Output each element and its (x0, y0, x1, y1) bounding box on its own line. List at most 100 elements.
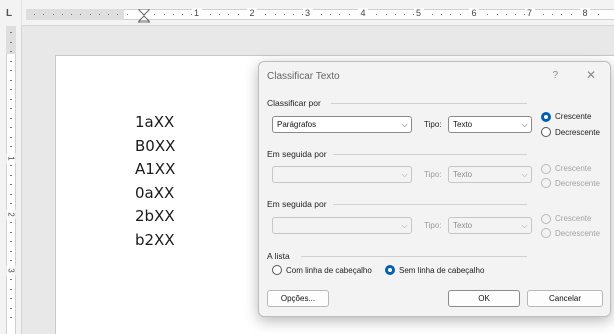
ruler-number: 7 (524, 8, 535, 18)
ok-button[interactable]: OK (448, 290, 520, 307)
ruler-tick (10, 32, 12, 33)
ruler-tick (404, 14, 405, 15)
sort-by-ascending-radio[interactable] (541, 112, 551, 122)
ruler-tick (10, 174, 12, 176)
chevron-down-icon: ⌵ (401, 221, 408, 230)
ruler-tick (515, 14, 516, 15)
document-line: 2bXX (135, 207, 175, 225)
then-by-2-field-select[interactable]: ⌵ (272, 217, 412, 234)
vertical-ruler-strip: 1 2 3 (6, 26, 16, 334)
list-label: A lista (267, 251, 290, 261)
ruler-tick (10, 222, 12, 223)
ruler-number: 8 (580, 8, 590, 18)
then-by-2-ascending-label[interactable]: Crescente (555, 214, 591, 223)
then-by-2-descending-label[interactable]: Decrescente (555, 229, 600, 238)
cancel-button[interactable]: Cancelar (527, 290, 603, 307)
ruler-tick (10, 41, 12, 43)
ruler-tick (52, 14, 54, 15)
ruler-tick (80, 14, 82, 15)
ruler-tick (283, 14, 285, 15)
close-button[interactable]: ✕ (586, 68, 596, 82)
divider (301, 256, 527, 257)
ruler-tick (172, 14, 174, 15)
ruler-tick (89, 14, 91, 15)
then-by-1-type-label: Tipo: (424, 170, 442, 179)
ruler-tick (10, 108, 12, 109)
tab-selector[interactable]: L (0, 0, 22, 26)
dialog-title: Classificar Texto (267, 71, 340, 82)
ruler-tick (71, 14, 72, 15)
then-by-2-type-select[interactable]: Texto ⌵ (448, 217, 532, 234)
ruler-tick (552, 14, 553, 15)
then-by-2-descending-radio[interactable] (541, 228, 551, 238)
then-by-1-type-value: Texto (453, 170, 473, 179)
with-header-row-label[interactable]: Com linha de cabeçalho (286, 266, 372, 275)
divider (333, 204, 527, 205)
tab-selector-label: L (6, 8, 13, 19)
then-by-1-descending-radio[interactable] (541, 178, 551, 188)
then-by-2-ascending-radio[interactable] (541, 214, 551, 224)
ruler-tick (10, 89, 12, 90)
document-line: B0XX (135, 136, 176, 155)
ruler-tick (10, 136, 12, 138)
ruler-tick (10, 79, 12, 81)
ruler-tick (43, 14, 45, 15)
help-button[interactable]: ? (552, 70, 558, 81)
then-by-1-ascending-label[interactable]: Crescente (555, 164, 591, 173)
with-header-row-radio[interactable] (272, 265, 282, 275)
ruler-tick (505, 14, 507, 15)
ruler-tick (274, 14, 276, 15)
then-by-1-descending-label[interactable]: Decrescente (555, 179, 600, 188)
ruler-tick (394, 14, 396, 15)
horizontal-ruler[interactable]: L 1 2 3 4 5 6 7 8 (0, 0, 614, 26)
ruler-tick (339, 14, 341, 15)
ruler-tick (10, 250, 12, 252)
chevron-down-icon: ⌵ (521, 221, 528, 230)
ruler-tick (385, 14, 387, 15)
divider (331, 103, 527, 104)
ruler-tick (34, 14, 35, 15)
document-line: A1XX (135, 160, 176, 178)
ruler-tick (10, 231, 12, 233)
then-by-1-ascending-radio[interactable] (541, 164, 551, 174)
ruler-tick (182, 14, 183, 15)
ruler-tick (219, 14, 220, 15)
without-header-row-label[interactable]: Sem linha de cabeçalho (399, 266, 484, 275)
ruler-tick (10, 317, 12, 318)
document-text[interactable]: 1aXX B0XX A1XX 0aXX 2bXX b2XX (135, 111, 175, 252)
options-button[interactable]: Opções... (267, 290, 329, 307)
chevron-down-icon: ⌵ (521, 120, 528, 129)
indent-marker-icon[interactable] (138, 9, 150, 23)
document-line: b2XX (135, 230, 175, 249)
ruler-tick (10, 260, 12, 261)
sort-by-descending-label[interactable]: Decrescente (555, 128, 600, 137)
document-line: 0aXX (135, 183, 175, 202)
ruler-number: 3 (6, 265, 16, 276)
sort-by-field-select[interactable]: Parágrafos ⌵ (272, 116, 412, 133)
sort-by-ascending-label[interactable]: Crescente (555, 112, 591, 121)
ruler-tick (10, 98, 12, 100)
then-by-1-label: Em seguida por (267, 149, 327, 159)
ruler-number: 1 (191, 8, 202, 18)
ruler-tick (542, 14, 544, 15)
ruler-tick (265, 14, 267, 15)
then-by-2-type-value: Texto (453, 221, 473, 230)
then-by-2-label: Em seguida por (267, 199, 327, 209)
ruler-tick (209, 14, 211, 15)
sort-by-type-select[interactable]: Texto ⌵ (448, 116, 532, 133)
sort-by-descending-radio[interactable] (541, 127, 551, 137)
then-by-1-type-select[interactable]: Texto ⌵ (448, 166, 532, 183)
sort-by-field-value: Parágrafos (277, 120, 317, 129)
ruler-number: 6 (469, 8, 479, 18)
then-by-2-type-label: Tipo: (424, 221, 442, 230)
sort-text-dialog: Classificar Texto ? ✕ Classificar por Pa… (258, 61, 611, 317)
vertical-ruler[interactable]: 1 2 3 (0, 26, 22, 334)
ruler-number: 3 (302, 8, 313, 18)
without-header-row-radio[interactable] (385, 265, 395, 275)
then-by-1-field-select[interactable]: ⌵ (272, 166, 412, 183)
ruler-tick (570, 14, 572, 15)
sort-by-label: Classificar por (267, 98, 321, 108)
ruler-tick (348, 14, 350, 15)
ruler-number: 4 (358, 8, 368, 18)
ruler-tick (10, 298, 12, 299)
